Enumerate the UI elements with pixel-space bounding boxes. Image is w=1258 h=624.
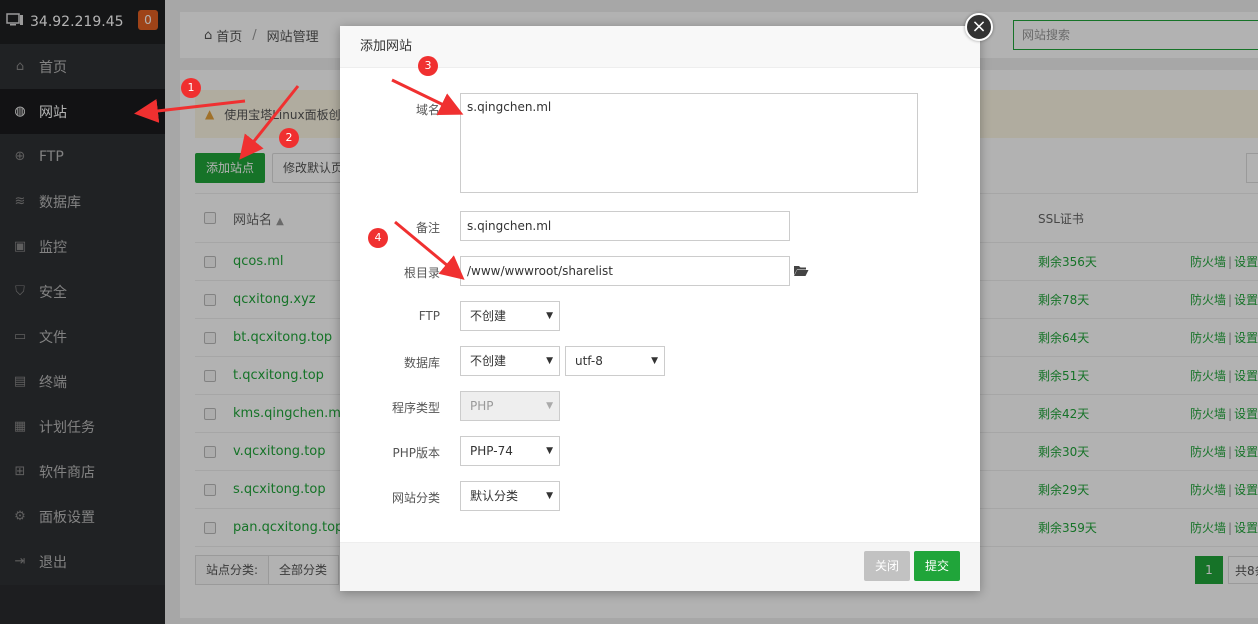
dialog-footer: 关闭 提交 [340, 542, 980, 591]
submit-button[interactable]: 提交 [914, 551, 960, 581]
folder-open-icon[interactable] [793, 264, 809, 281]
caret-down-icon: ▼ [546, 491, 553, 501]
ftp-select[interactable]: 不创建 ▼ [460, 301, 560, 331]
caret-down-icon: ▼ [546, 401, 553, 411]
label-domain: 域名 [415, 103, 440, 117]
caret-down-icon: ▼ [651, 356, 658, 366]
database-select[interactable]: 不创建 ▼ [460, 346, 560, 376]
annotation-2: 2 [279, 128, 299, 148]
label-category: 网站分类 [391, 491, 440, 505]
annotation-3: 3 [418, 56, 438, 76]
category-select[interactable]: 默认分类 ▼ [460, 481, 560, 511]
close-button[interactable]: 关闭 [864, 551, 910, 581]
label-ftp: FTP [418, 309, 440, 323]
php-version-select[interactable]: PHP-74 ▼ [460, 436, 560, 466]
annotation-4: 4 [368, 228, 388, 248]
label-program-type: 程序类型 [391, 401, 440, 415]
annotation-1: 1 [181, 78, 201, 98]
caret-down-icon: ▼ [546, 311, 553, 321]
add-site-dialog: 添加网站 域名 s.qingchen.ml 备注 s.qingchen.ml 根… [340, 26, 980, 591]
close-icon[interactable]: × [965, 13, 993, 41]
caret-down-icon: ▼ [546, 356, 553, 366]
root-dir-input[interactable]: /www/wwwroot/sharelist [460, 256, 790, 286]
program-type-select: PHP ▼ [460, 391, 560, 421]
domain-textarea[interactable]: s.qingchen.ml [460, 93, 918, 193]
label-php-version: PHP版本 [392, 446, 441, 460]
caret-down-icon: ▼ [546, 446, 553, 456]
remark-input[interactable]: s.qingchen.ml [460, 211, 790, 241]
label-root-dir: 根目录 [403, 266, 440, 280]
label-database: 数据库 [403, 356, 440, 370]
charset-select[interactable]: utf-8 ▼ [565, 346, 665, 376]
